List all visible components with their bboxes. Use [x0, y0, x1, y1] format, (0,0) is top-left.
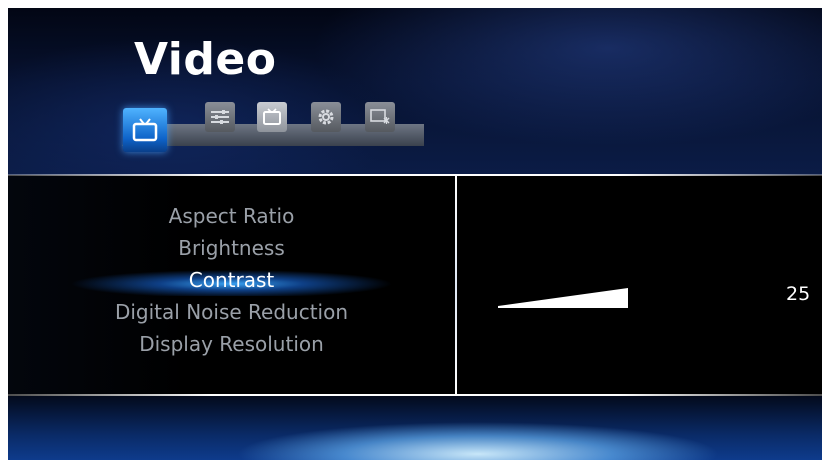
display-settings-icon [370, 109, 390, 124]
menu-panel: Aspect Ratio Brightness Contrast Digital… [8, 176, 455, 394]
header-band: Video [8, 8, 822, 175]
sliders-icon [211, 110, 229, 124]
tab-settings-sliders[interactable] [205, 102, 235, 132]
tab-gear[interactable] [311, 102, 341, 132]
menu-item-display-resolution[interactable]: Display Resolution [8, 328, 455, 360]
tab-tv-outline[interactable] [257, 102, 287, 132]
menu-item-contrast[interactable]: Contrast [8, 264, 455, 296]
screen: Video Aspect Ratio Brightness Contrast D… [8, 8, 822, 460]
menu-item-digital-noise-reduction[interactable]: Digital Noise Reduction [8, 296, 455, 328]
menu-item-aspect-ratio[interactable]: Aspect Ratio [8, 200, 455, 232]
menu-item-brightness[interactable]: Brightness [8, 232, 455, 264]
tv-icon [132, 118, 158, 142]
tab-tv[interactable] [123, 108, 167, 152]
tv-outline-icon [263, 108, 281, 125]
value-panel: 25 [457, 176, 822, 394]
footer-band [8, 396, 822, 460]
gear-icon [318, 109, 334, 125]
contrast-value: 25 [786, 283, 811, 305]
page-title: Video [134, 34, 277, 85]
settings-menu: Aspect Ratio Brightness Contrast Digital… [8, 200, 455, 360]
tab-display-settings[interactable] [365, 102, 395, 132]
contrast-level-wedge[interactable] [498, 288, 628, 310]
